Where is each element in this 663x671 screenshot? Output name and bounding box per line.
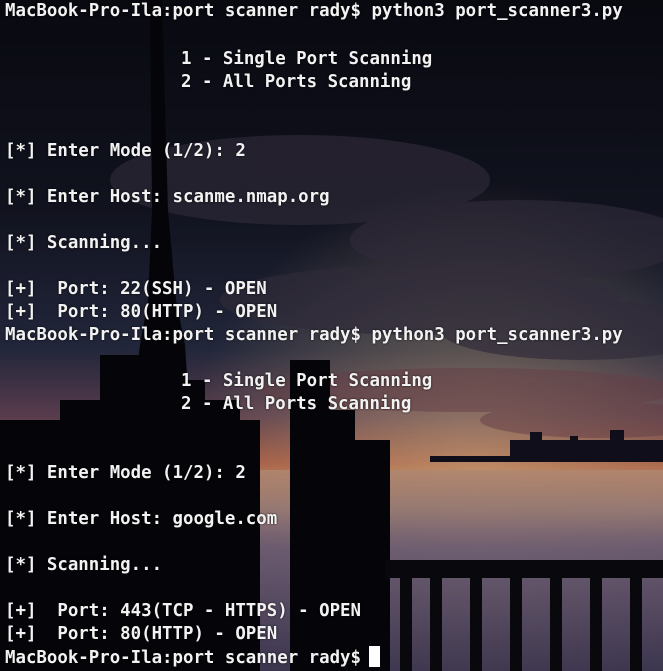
- terminal-output: MacBook-Pro-Ila:port scanner rady$ pytho…: [0, 0, 663, 671]
- enter-mode-line: [*] Enter Mode (1/2): 2: [5, 463, 246, 483]
- menu-option-single: 1 - Single Port Scanning: [181, 371, 433, 391]
- menu-option-single: 1 - Single Port Scanning: [181, 49, 433, 69]
- active-shell-prompt[interactable]: MacBook-Pro-Ila:port scanner rady$: [5, 646, 380, 669]
- enter-mode-line: [*] Enter Mode (1/2): 2: [5, 141, 246, 161]
- menu-option-all: 2 - All Ports Scanning: [181, 394, 412, 414]
- shell-prompt-command: MacBook-Pro-Ila:port scanner rady$ pytho…: [5, 325, 623, 345]
- enter-host-line: [*] Enter Host: google.com: [5, 509, 278, 529]
- scanning-status: [*] Scanning...: [5, 233, 163, 253]
- scan-result: [+] Port: 443(TCP - HTTPS) - OPEN: [5, 601, 361, 621]
- menu-option-all: 2 - All Ports Scanning: [181, 72, 412, 92]
- scanning-status: [*] Scanning...: [5, 555, 163, 575]
- prompt-text: MacBook-Pro-Ila:port scanner rady$: [5, 648, 361, 668]
- enter-host-line: [*] Enter Host: scanme.nmap.org: [5, 187, 330, 207]
- scan-result: [+] Port: 80(HTTP) - OPEN: [5, 624, 278, 644]
- scan-result: [+] Port: 80(HTTP) - OPEN: [5, 302, 278, 322]
- text-cursor: [368, 646, 380, 667]
- shell-prompt-command: MacBook-Pro-Ila:port scanner rady$ pytho…: [5, 1, 623, 21]
- scan-result: [+] Port: 22(SSH) - OPEN: [5, 279, 267, 299]
